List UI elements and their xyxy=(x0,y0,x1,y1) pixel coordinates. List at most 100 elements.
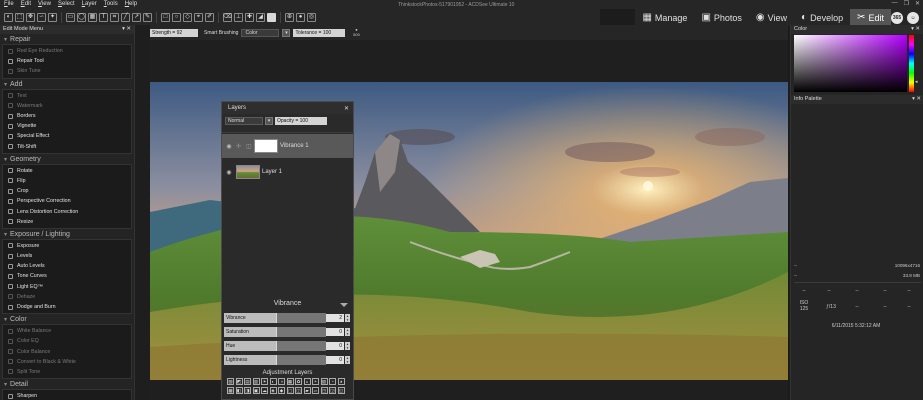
menu-item-convert-to-black-white[interactable]: Convert to Black & White xyxy=(3,357,131,367)
menu-item-white-balance[interactable]: White Balance xyxy=(3,326,131,336)
chevron-down-icon[interactable]: ▾ xyxy=(4,156,7,163)
adjustment-layer-icon[interactable]: ◔ xyxy=(329,378,336,385)
spinner-icon[interactable]: ▲ ▼ xyxy=(345,342,350,350)
slider-value[interactable]: 0 xyxy=(326,342,344,350)
slider-handle[interactable] xyxy=(276,327,277,337)
mode-photos[interactable]: ▣ Photos xyxy=(694,9,748,26)
arrow-icon[interactable]: ↗ xyxy=(132,12,141,22)
mask-link-icon[interactable]: ✢ xyxy=(236,143,246,150)
user-icon[interactable]: ☺ xyxy=(907,11,919,24)
slider-track[interactable] xyxy=(276,355,326,365)
slider-value[interactable]: 0 xyxy=(326,328,344,336)
adjustment-layer-icon[interactable]: ◲ xyxy=(329,386,336,394)
hand-icon[interactable]: ● xyxy=(296,12,305,22)
menu-item-special-effect[interactable]: Special Effect xyxy=(3,131,131,141)
adjustment-layer-icon[interactable]: ☁ xyxy=(261,386,268,394)
menu-item-dodge-and-burn[interactable]: Dodge and Burn xyxy=(3,302,131,312)
maximize-icon[interactable]: ❐ xyxy=(904,0,909,7)
pin-icon[interactable]: ▾ ✕ xyxy=(911,26,920,33)
zoom-icon[interactable]: ⊕ xyxy=(285,12,294,22)
eye-icon[interactable]: ◉ xyxy=(222,169,236,176)
menu-layer[interactable]: Layer xyxy=(82,1,97,7)
adjustment-layer-icon[interactable]: ◳ xyxy=(320,386,328,394)
menu-item-red-eye-reduction[interactable]: Red Eye Reduction xyxy=(3,46,131,56)
shape-icon[interactable]: ◇ xyxy=(183,12,192,22)
adjustment-layer-icon[interactable]: ▰ xyxy=(303,386,311,394)
adjustment-layer-icon[interactable]: ◆ xyxy=(278,386,285,394)
slider-track[interactable] xyxy=(276,327,326,337)
adjustment-layer-icon[interactable]: ▨ xyxy=(320,378,328,385)
brush-size[interactable]: ● 500 xyxy=(350,27,362,40)
adjustment-layer-icon[interactable]: ▦ xyxy=(286,378,294,385)
move-icon[interactable]: ✥ xyxy=(26,12,35,22)
menu-item-dehaze[interactable]: Dehaze xyxy=(3,292,131,302)
panel-splitter[interactable] xyxy=(134,25,150,400)
menu-item-sharpen[interactable]: Sharpen xyxy=(3,391,131,400)
menu-item-perspective-correction[interactable]: Perspective Correction xyxy=(3,196,131,206)
mask-icon[interactable]: ◐ xyxy=(4,12,13,22)
slider-hue[interactable]: Hue 0 ▲ ▼ xyxy=(224,341,351,351)
pen-icon[interactable]: ✎ xyxy=(143,12,152,22)
chevron-down-icon[interactable]: ▾ xyxy=(4,316,7,323)
slider-value[interactable]: 2 xyxy=(326,314,344,322)
group-title[interactable]: ▾ Detail xyxy=(0,380,134,389)
stamp-icon[interactable]: ⊥ xyxy=(234,12,243,22)
menu-item-vignette[interactable]: Vignette xyxy=(3,121,131,131)
menu-item-split-tone[interactable]: Split Tone xyxy=(3,367,131,377)
slider-saturation[interactable]: Saturation 0 ▲ ▼ xyxy=(224,327,351,337)
pin-icon[interactable]: ▾ ✕ xyxy=(912,96,921,103)
menu-item-tilt-shift[interactable]: Tilt-Shift xyxy=(3,142,131,152)
brush-icon[interactable]: ✐ xyxy=(205,12,214,22)
fill-icon[interactable]: ◢ xyxy=(256,12,265,22)
adjustment-layer-icon[interactable]: ▱ xyxy=(312,386,319,394)
menu-help[interactable]: Help xyxy=(125,1,137,7)
tolerance-field[interactable]: Tolerance = 100 xyxy=(293,28,346,37)
heal-icon[interactable]: ✚ xyxy=(245,12,254,22)
eye-icon[interactable]: ◉ xyxy=(222,143,236,150)
close-icon[interactable]: ✕ xyxy=(344,105,349,112)
rotate-icon[interactable]: ◎ xyxy=(307,12,316,22)
group-title[interactable]: ▾ Geometry xyxy=(0,155,134,164)
spinner-icon[interactable]: ▲ ▼ xyxy=(345,356,350,364)
menu-item-watermark[interactable]: Watermark xyxy=(3,101,131,111)
brushing-mode-dropdown[interactable]: Color xyxy=(241,28,280,37)
magic-wand-icon[interactable]: ✦ xyxy=(48,12,57,22)
menu-item-text[interactable]: Text xyxy=(3,91,131,101)
365-button[interactable]: 365 xyxy=(891,11,903,24)
adjustment-layer-icon[interactable]: ▤ xyxy=(244,378,251,385)
strength-field[interactable]: Strength = 92 xyxy=(150,28,198,37)
select-icon[interactable]: ⬚ xyxy=(15,12,24,22)
slider-track[interactable] xyxy=(276,313,326,323)
blend-mode-dropdown[interactable]: Normal xyxy=(225,117,263,125)
menu-item-repair-tool[interactable]: Repair Tool xyxy=(3,56,131,66)
menu-item-resize[interactable]: Resize xyxy=(3,217,131,227)
line-icon[interactable]: ╱ xyxy=(121,12,130,22)
menu-item-levels[interactable]: Levels xyxy=(3,251,131,261)
options-button[interactable]: ▾ xyxy=(282,28,291,37)
adjustment-layer-icon[interactable]: ◩ xyxy=(235,378,243,385)
text-icon[interactable]: T xyxy=(99,12,108,22)
menu-view[interactable]: View xyxy=(38,1,51,7)
adjustment-layer-icon[interactable]: ◨ xyxy=(244,386,251,394)
crop-icon[interactable]: ⌗ xyxy=(110,12,119,22)
ellipse-select-icon[interactable]: ◯ xyxy=(77,12,86,22)
slider-handle[interactable] xyxy=(276,341,277,351)
chevron-down-icon[interactable]: ▾ xyxy=(4,231,7,238)
close-icon[interactable]: ✕ xyxy=(915,0,920,7)
group-title[interactable]: ▾ Color xyxy=(0,315,134,324)
rect-select-icon[interactable]: ▭ xyxy=(66,12,75,22)
group-title[interactable]: ▾ Add xyxy=(0,80,134,89)
chevron-down-icon[interactable]: ▾ xyxy=(4,381,7,388)
menu-tools[interactable]: Tools xyxy=(104,1,118,7)
adjustment-layer-icon[interactable]: ◱ xyxy=(337,386,345,394)
spinner-icon[interactable]: ▲ ▼ xyxy=(345,314,350,322)
slider-handle[interactable] xyxy=(276,313,277,323)
adjustment-layer-icon[interactable]: ◓ xyxy=(312,378,319,385)
blend-mode-button[interactable]: ▾ xyxy=(265,117,273,125)
slider-value[interactable]: 0 xyxy=(326,356,344,364)
color-swatch-icon[interactable] xyxy=(267,12,276,22)
menu-item-skin-tune[interactable]: Skin Tune xyxy=(3,66,131,76)
adjustment-layer-icon[interactable]: ◐ xyxy=(269,378,277,385)
eraser-icon[interactable]: ⌫ xyxy=(223,12,232,22)
adjustment-layer-icon[interactable]: ▩ xyxy=(227,386,234,394)
